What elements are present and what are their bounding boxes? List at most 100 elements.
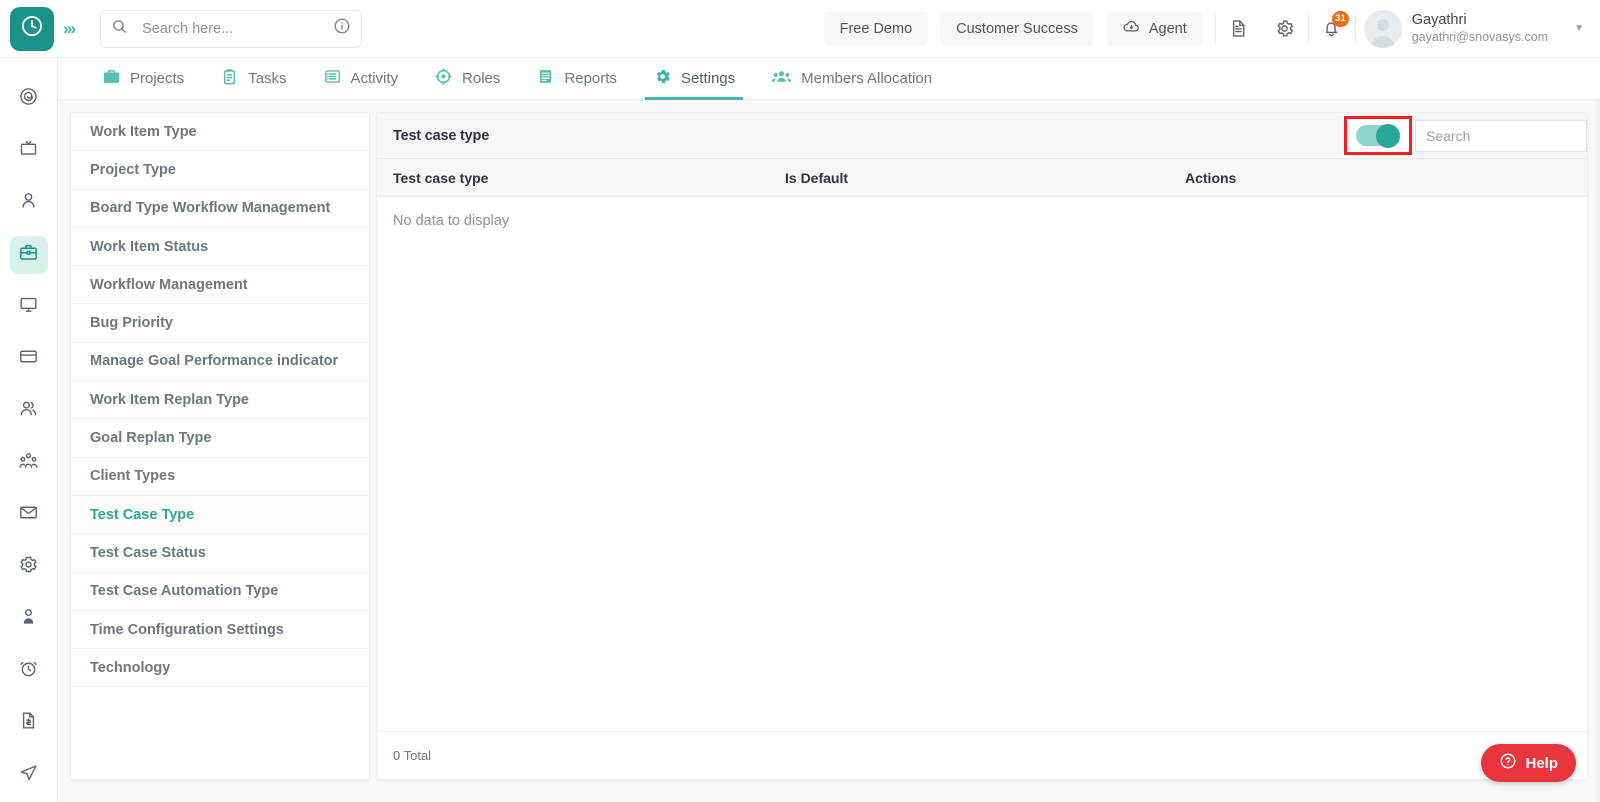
- rail-item-mail[interactable]: [10, 496, 48, 534]
- invoice-document-icon: [18, 710, 39, 736]
- person-icon: [18, 190, 39, 216]
- test-case-type-panel: Test case type Test case type Is Default…: [376, 112, 1588, 780]
- tv-screen-icon: [18, 138, 39, 164]
- user-info[interactable]: Gayathri gayathri@snovasys.com: [1412, 12, 1548, 45]
- help-button[interactable]: Help: [1481, 744, 1576, 782]
- team-group-icon: [18, 450, 39, 476]
- rail-item-credit-card[interactable]: [10, 340, 48, 378]
- rail-item-monitor[interactable]: [10, 288, 48, 326]
- briefcase-icon: [18, 242, 39, 268]
- tab-reports[interactable]: Reports: [518, 58, 635, 100]
- user-name: Gayathri: [1411, 12, 1467, 28]
- tab-tasks[interactable]: Tasks: [202, 58, 304, 100]
- sidebar-item-test-case-automation-type[interactable]: Test Case Automation Type: [71, 572, 369, 611]
- total-count-label: 0 Total: [393, 748, 432, 763]
- rail-item-person[interactable]: [10, 184, 48, 222]
- gear-icon: [653, 67, 672, 90]
- settings-sub-menu: Work Item Type Project Type Board Type W…: [70, 112, 370, 780]
- cloud-download-icon: [1122, 17, 1141, 40]
- app-logo[interactable]: [10, 6, 54, 51]
- notification-bell-icon[interactable]: 31: [1309, 0, 1355, 58]
- tab-activity[interactable]: Activity: [305, 58, 417, 100]
- show-inactive-toggle[interactable]: [1356, 123, 1400, 148]
- header-divider-3: [1354, 13, 1356, 44]
- monitor-icon: [18, 294, 39, 320]
- sidebar-item-time-configuration-settings[interactable]: Time Configuration Settings: [71, 610, 369, 650]
- tab-members-allocation[interactable]: Members Allocation: [753, 58, 950, 100]
- sidebar-item-board-type-workflow-management[interactable]: Board Type Workflow Management: [71, 189, 369, 228]
- column-header-is-default[interactable]: Is Default: [769, 170, 1169, 186]
- sidebar-item-work-item-replan-type[interactable]: Work Item Replan Type: [71, 381, 369, 420]
- table-header-row: Test case type Is Default Actions: [377, 159, 1587, 197]
- sidebar-item-test-case-status[interactable]: Test Case Status: [71, 534, 369, 573]
- list-box-icon: [323, 67, 342, 90]
- tab-roles[interactable]: Roles: [416, 58, 518, 100]
- tab-settings[interactable]: Settings: [635, 58, 753, 100]
- customer-success-button[interactable]: Customer Success: [940, 11, 1094, 46]
- sidebar-item-work-item-status[interactable]: Work Item Status: [71, 227, 369, 267]
- double-chevron-right-icon[interactable]: »›: [63, 19, 76, 39]
- avatar[interactable]: [1363, 9, 1402, 48]
- rail-item-two-people[interactable]: [10, 392, 48, 430]
- sidebar-item-project-type[interactable]: Project Type: [71, 151, 369, 190]
- rail-item-settings[interactable]: [10, 548, 48, 586]
- sidebar-item-workflow-management[interactable]: Workflow Management: [71, 266, 369, 305]
- free-demo-button[interactable]: Free Demo: [823, 11, 929, 46]
- panel-search[interactable]: [1415, 119, 1587, 152]
- rail-item-briefcase[interactable]: [9, 236, 48, 274]
- page-scrollbar[interactable]: [1596, 100, 1600, 802]
- panel-header: Test case type: [377, 113, 1587, 159]
- rail-item-send[interactable]: [10, 756, 48, 794]
- tab-projects[interactable]: Projects: [84, 58, 202, 100]
- sidebar-item-manage-goal-performance-indicator[interactable]: Manage Goal Performance indicator: [71, 342, 369, 382]
- rail-item-tv-screen[interactable]: [10, 132, 48, 170]
- two-people-icon: [18, 398, 39, 424]
- page-title: Test case type: [393, 127, 490, 144]
- question-circle-icon: [1499, 752, 1517, 774]
- rail-item-team-group[interactable]: [10, 444, 48, 482]
- rail-item-user-badge[interactable]: [10, 600, 48, 638]
- notification-count-badge: 31: [1332, 10, 1349, 27]
- tab-label: Tasks: [248, 70, 287, 87]
- column-header-actions[interactable]: Actions: [1169, 170, 1269, 186]
- tab-label: Projects: [130, 70, 185, 87]
- agent-button[interactable]: Agent: [1105, 11, 1203, 46]
- sidebar-item-test-case-type[interactable]: Test Case Type: [71, 495, 369, 535]
- info-circle-icon[interactable]: [333, 17, 351, 40]
- rail-item-invoice[interactable]: [10, 704, 48, 742]
- left-icon-rail: [0, 58, 58, 802]
- credit-card-icon: [18, 346, 39, 372]
- panel-search-input[interactable]: [1426, 127, 1576, 144]
- group-people-icon: [771, 67, 792, 90]
- global-search[interactable]: [100, 9, 363, 48]
- user-badge-icon: [18, 606, 39, 632]
- document-icon[interactable]: [1216, 0, 1262, 58]
- sidebar-item-bug-priority[interactable]: Bug Priority: [71, 304, 369, 343]
- sidebar-item-technology[interactable]: Technology: [71, 649, 369, 688]
- settings-gear-icon[interactable]: [1262, 0, 1308, 58]
- help-label: Help: [1525, 754, 1558, 772]
- target-icon: [434, 67, 453, 90]
- top-header: »› Free Demo Customer Success Agent: [0, 0, 1600, 58]
- rail-item-alarm-clock[interactable]: [10, 652, 48, 690]
- tab-label: Reports: [564, 70, 617, 87]
- clock-logo-icon: [19, 13, 45, 44]
- briefcase-icon: [102, 67, 121, 90]
- sidebar-item-client-types[interactable]: Client Types: [71, 457, 369, 496]
- sidebar-item-work-item-type[interactable]: Work Item Type: [71, 113, 369, 152]
- mail-envelope-icon: [18, 502, 39, 528]
- send-paperplane-icon: [18, 762, 39, 788]
- empty-state-message: No data to display: [393, 213, 510, 229]
- spiral-dashboard-icon: [18, 86, 39, 112]
- header-actions: Free Demo Customer Success Agent 31 Gaya…: [823, 0, 1600, 58]
- agent-label: Agent: [1148, 20, 1187, 37]
- chevron-down-icon[interactable]: ▼: [1574, 23, 1584, 34]
- sidebar-item-goal-replan-type[interactable]: Goal Replan Type: [71, 419, 369, 458]
- table-body: No data to display: [377, 197, 1587, 731]
- search-input[interactable]: [142, 20, 334, 37]
- tab-label: Activity: [350, 70, 399, 87]
- table-footer: 0 Total: [377, 731, 1587, 779]
- user-email: gayathri@snovasys.com: [1411, 30, 1549, 44]
- column-header-test-case-type[interactable]: Test case type: [377, 170, 769, 186]
- rail-item-spiral-dashboard[interactable]: [10, 80, 48, 118]
